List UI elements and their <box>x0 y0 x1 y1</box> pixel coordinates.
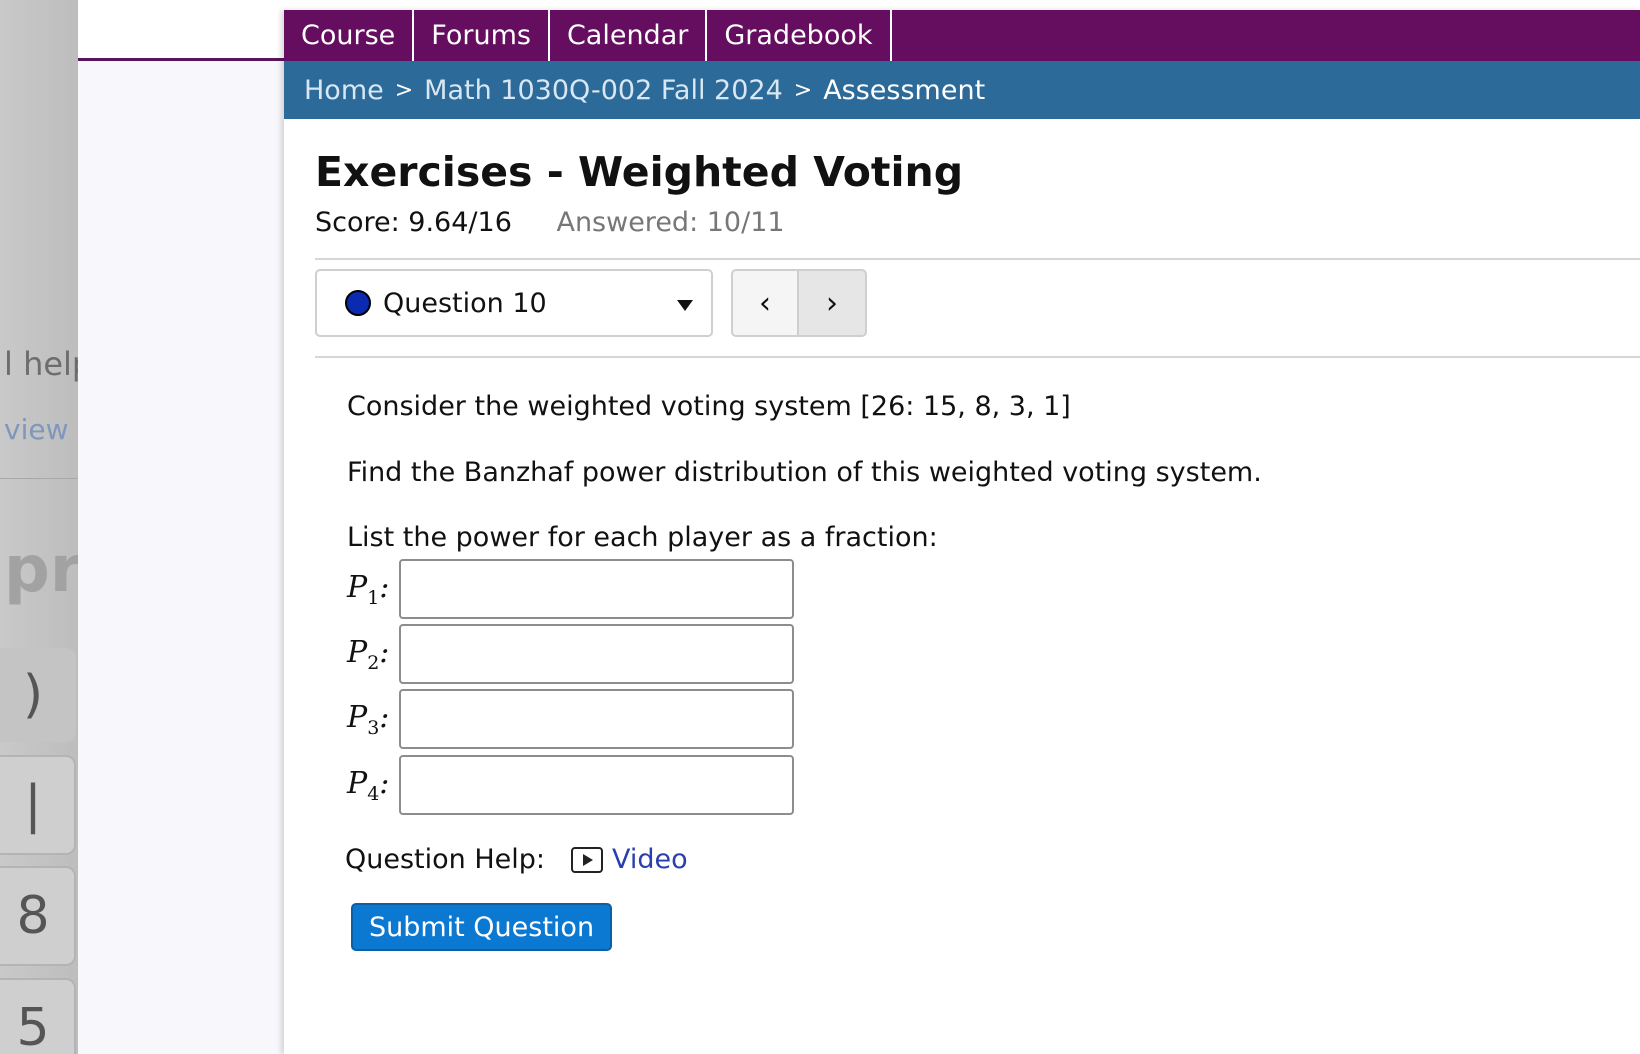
answer-row-p2: P2: <box>347 624 794 684</box>
background-heading-text: pro <box>4 533 78 607</box>
page-title: Exercises - Weighted Voting <box>315 148 964 196</box>
answer-row-p4: P4: <box>347 755 794 815</box>
background-divider <box>0 478 78 479</box>
breadcrumb: Home > Math 1030Q-002 Fall 2024 > Assess… <box>284 61 1640 119</box>
nav-calendar[interactable]: Calendar <box>550 10 708 61</box>
breadcrumb-separator: > <box>793 77 813 103</box>
answer-input-p3[interactable] <box>399 689 794 749</box>
divider <box>315 356 1640 358</box>
question-text-system: Consider the weighted voting system [26:… <box>347 391 1071 422</box>
background-view-link: view t <box>4 413 78 446</box>
question-help: Question Help: Video <box>345 844 688 875</box>
assessment-panel: Course Forums Calendar Gradebook Home > … <box>284 10 1640 1054</box>
background-key-paren: ) <box>0 648 76 742</box>
background-key-5: 5 <box>0 978 76 1054</box>
nav-course[interactable]: Course <box>284 10 415 61</box>
question-status-dot-icon <box>345 290 371 316</box>
question-selector[interactable]: Question 10 <box>315 269 713 337</box>
video-play-icon[interactable] <box>571 846 603 873</box>
background-help-text: l help <box>4 345 78 383</box>
next-question-button[interactable]: › <box>799 269 867 337</box>
answer-label-p4: P4: <box>347 765 390 805</box>
answer-input-p2[interactable] <box>399 624 794 684</box>
score-row: Score: 9.64/16 Answered: 10/11 <box>315 207 785 238</box>
score-text: Score: 9.64/16 <box>315 207 512 238</box>
submit-question-button[interactable]: Submit Question <box>351 903 612 951</box>
page-gutter <box>78 0 284 1054</box>
nav-gradebook[interactable]: Gradebook <box>707 10 892 61</box>
question-help-label: Question Help: <box>345 844 545 875</box>
top-navigation: Course Forums Calendar Gradebook <box>284 10 1640 61</box>
breadcrumb-home[interactable]: Home <box>304 75 384 106</box>
question-text-instruction: List the power for each player as a frac… <box>347 522 938 553</box>
breadcrumb-current: Assessment <box>823 74 986 106</box>
nav-forums[interactable]: Forums <box>414 10 550 61</box>
answer-row-p1: P1: <box>347 559 794 619</box>
chevron-down-icon <box>677 300 693 311</box>
question-selector-label: Question 10 <box>383 287 547 319</box>
divider <box>315 258 1640 260</box>
answer-label-p1: P1: <box>347 569 390 609</box>
breadcrumb-course[interactable]: Math 1030Q-002 Fall 2024 <box>424 75 783 106</box>
background-window: l help view t pro ) | 8 5 <box>0 0 78 1054</box>
answer-input-p4[interactable] <box>399 755 794 815</box>
video-link[interactable]: Video <box>612 844 688 875</box>
answer-label-p2: P2: <box>347 634 390 674</box>
answer-row-p3: P3: <box>347 689 794 749</box>
breadcrumb-separator: > <box>394 77 414 103</box>
answered-text: Answered: 10/11 <box>556 207 785 238</box>
question-text-prompt: Find the Banzhaf power distribution of t… <box>347 457 1262 488</box>
previous-question-button[interactable]: ‹ <box>731 269 799 337</box>
question-pager: ‹ › <box>731 269 867 337</box>
background-key-bar: | <box>0 755 76 855</box>
answer-label-p3: P3: <box>347 699 390 739</box>
background-key-8: 8 <box>0 866 76 966</box>
answer-input-p1[interactable] <box>399 559 794 619</box>
page-header-strip <box>78 0 284 61</box>
